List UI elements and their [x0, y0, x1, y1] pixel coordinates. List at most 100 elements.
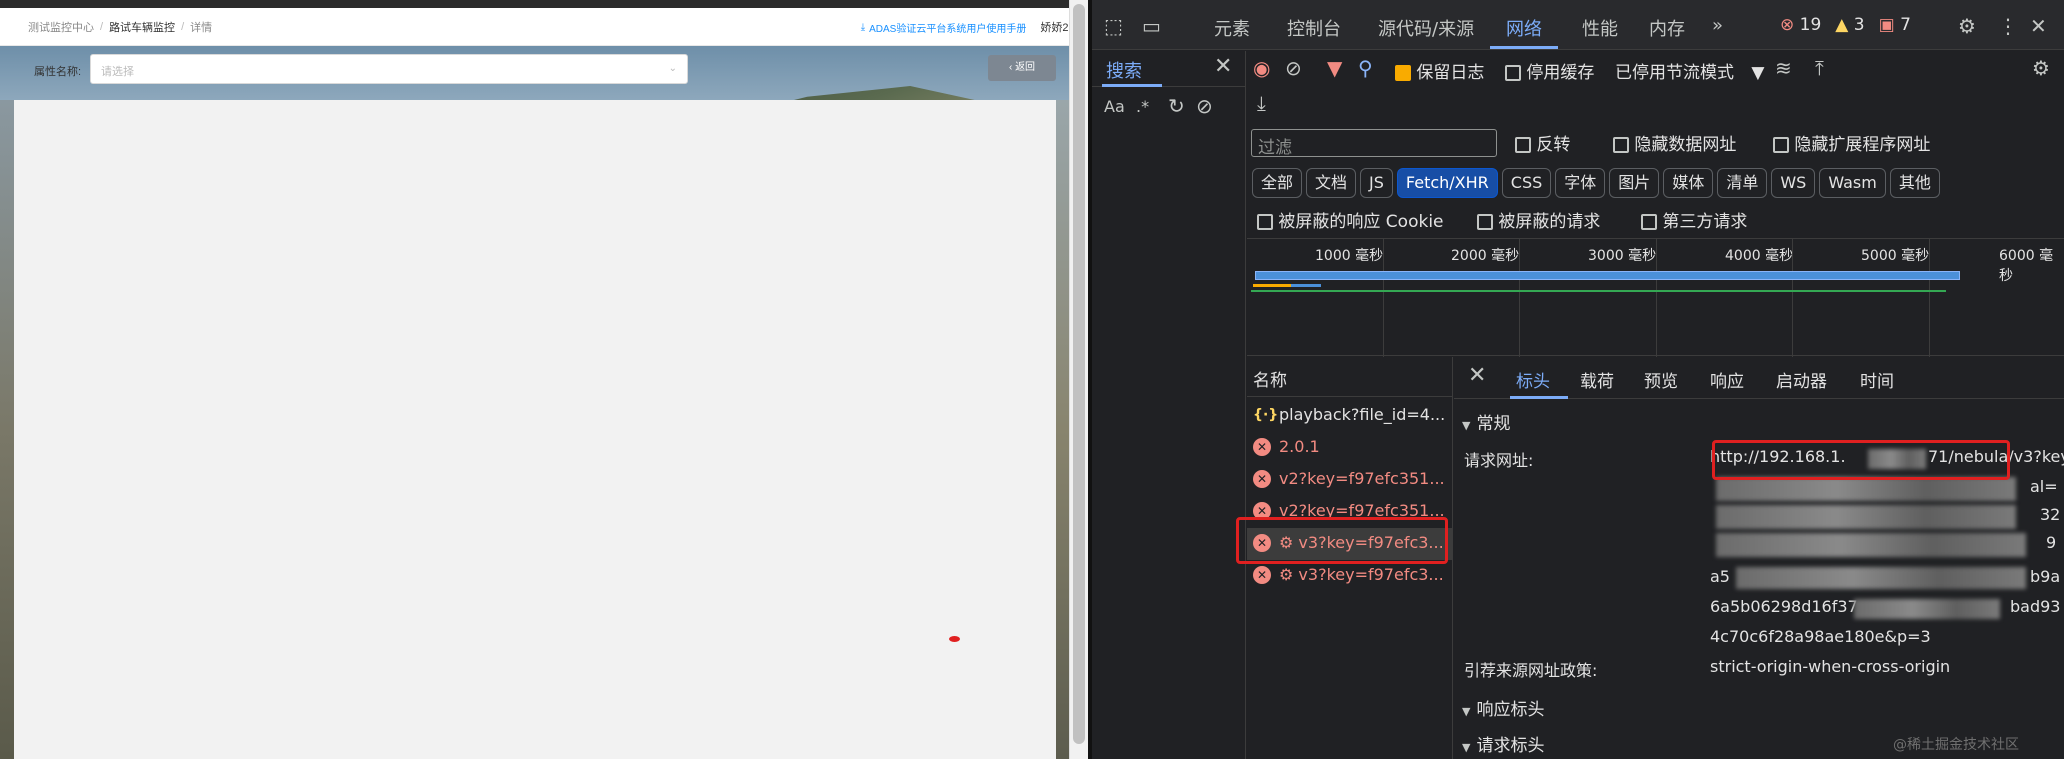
request-details: ✕ 标头 载荷 预览 响应 启动器 时间 ▼ 常规 请求网址: http://19…: [1454, 357, 2064, 759]
chip-media[interactable]: 媒体: [1663, 168, 1714, 198]
invert-checkbox[interactable]: 反转: [1515, 130, 1570, 155]
hide-extension-urls-checkbox[interactable]: 隐藏扩展程序网址: [1773, 130, 1930, 155]
gear-icon[interactable]: ⚙: [2032, 56, 2050, 80]
scrollbar-thumb[interactable]: [1073, 4, 1085, 744]
refresh-icon[interactable]: ↻: [1168, 94, 1185, 118]
highlight-box: [1236, 517, 1448, 564]
network-conditions-icon[interactable]: ≋: [1775, 56, 1792, 80]
request-row[interactable]: {·} playback?file_id=4...: [1247, 400, 1453, 432]
clear-log-icon[interactable]: ⊘: [1285, 56, 1302, 80]
request-row[interactable]: ✕ v2?key=f97efc351...: [1247, 464, 1453, 496]
clear-icon[interactable]: ⊘: [1196, 94, 1213, 118]
network-toolbar: ◉ ⊘ ▼ ⚲ 保留日志 停用缓存 已停用节流模式 ▼ ≋ ⤒ ⚙ ⤓: [1247, 51, 2064, 115]
watermark: @稀土掘金技术社区: [1893, 737, 2019, 753]
timeline-gridline: [1656, 239, 1657, 357]
content-panel: [14, 100, 1056, 759]
filter-icon[interactable]: ▼: [1327, 56, 1342, 80]
match-case-toggle[interactable]: Aa: [1104, 97, 1125, 116]
timeline-gridline: [1929, 239, 1930, 357]
request-url-label: 请求网址:: [1464, 451, 1534, 470]
breadcrumb-item-vehicle[interactable]: 路试车辆监控: [109, 19, 175, 35]
details-tab-bar: ✕ 标头 载荷 预览 响应 启动器 时间: [1454, 357, 2064, 399]
request-row[interactable]: ✕ 2.0.1: [1247, 432, 1453, 464]
filter-input[interactable]: 过滤: [1251, 129, 1497, 158]
filter-label: 属性名称:: [34, 66, 82, 78]
breadcrumb-item-home[interactable]: 测试监控中心: [28, 19, 94, 35]
app-header: 测试监控中心 / 路试车辆监控 / 详情 ⤓ ADAS验证云平台系统用户使用手册…: [0, 8, 1088, 46]
message-icon: ▣: [1878, 15, 1895, 35]
request-list-header[interactable]: 名称: [1247, 357, 1453, 397]
tab-payload[interactable]: 载荷: [1580, 367, 1614, 392]
close-icon[interactable]: ✕: [1214, 54, 1232, 79]
upload-icon[interactable]: ⤒: [1815, 56, 1824, 80]
gear-icon[interactable]: ⚙: [1958, 14, 1976, 38]
url-line: 4c70c6f28a98ae180e&p=3: [1710, 627, 1931, 646]
error-icon: ✕: [1253, 470, 1271, 488]
search-tools: Aa .* ↻ ⊘: [1092, 87, 1246, 127]
tab-sources[interactable]: 源代码/来源: [1378, 15, 1474, 41]
chip-ws[interactable]: WS: [1771, 168, 1816, 198]
blocked-requests-checkbox[interactable]: 被屏蔽的请求: [1477, 207, 1600, 232]
tab-network[interactable]: 网络: [1506, 15, 1542, 41]
throttling-select[interactable]: 已停用节流模式 ▼: [1615, 58, 1764, 83]
search-title[interactable]: 搜索: [1106, 57, 1142, 83]
chip-manifest[interactable]: 清单: [1717, 168, 1768, 198]
kebab-menu-icon[interactable]: ⋮: [1998, 14, 2018, 38]
section-request-headers[interactable]: ▼ 请求标头: [1462, 731, 1544, 756]
map-marker[interactable]: [949, 636, 960, 642]
device-toolbar-icon[interactable]: ▭: [1142, 14, 1161, 38]
disable-cache-checkbox[interactable]: 停用缓存: [1505, 58, 1594, 83]
download-icon[interactable]: ⤓: [1257, 91, 1266, 115]
request-row[interactable]: ✕ ⚙ v3?key=f97efc3...: [1247, 560, 1453, 592]
inspect-element-icon[interactable]: ⬚: [1104, 14, 1123, 38]
chip-img[interactable]: 图片: [1609, 168, 1660, 198]
attribute-select[interactable]: 请选择 ⌄: [90, 54, 688, 84]
resource-type-filters: 全部 文档 JS Fetch/XHR CSS 字体 图片 媒体 清单 WS Wa…: [1252, 168, 1940, 198]
chip-js[interactable]: JS: [1360, 168, 1393, 198]
chevron-down-icon: ⌄: [668, 63, 677, 74]
redacted-region: [1716, 533, 2026, 557]
section-response-headers[interactable]: ▼ 响应标头: [1462, 695, 1544, 720]
tab-initiator[interactable]: 启动器: [1776, 367, 1827, 392]
error-icon: ✕: [1253, 438, 1271, 456]
chip-other[interactable]: 其他: [1889, 168, 1940, 198]
tab-elements[interactable]: 元素: [1214, 15, 1250, 41]
more-tabs-icon[interactable]: »: [1712, 15, 1723, 36]
hide-data-urls-checkbox[interactable]: 隐藏数据网址: [1613, 130, 1736, 155]
section-general[interactable]: ▼ 常规: [1462, 409, 1510, 434]
breadcrumb: 测试监控中心 / 路试车辆监控 / 详情: [28, 19, 212, 35]
issue-counters[interactable]: ⊗ 19 ▲ 3 ▣ 7: [1780, 15, 1911, 35]
chip-css[interactable]: CSS: [1501, 168, 1552, 198]
timeline-bar: [1251, 290, 1946, 292]
tab-response[interactable]: 响应: [1710, 367, 1744, 392]
preserve-log-checkbox[interactable]: 保留日志: [1395, 58, 1484, 83]
chip-wasm[interactable]: Wasm: [1819, 168, 1886, 198]
tab-timing[interactable]: 时间: [1860, 367, 1894, 392]
tab-preview[interactable]: 预览: [1644, 367, 1678, 392]
page-scrollbar[interactable]: [1069, 0, 1088, 759]
tab-memory[interactable]: 内存: [1649, 15, 1685, 41]
tab-console[interactable]: 控制台: [1287, 15, 1341, 41]
background-edge: [0, 100, 14, 759]
network-timeline[interactable]: 1000 毫秒 2000 毫秒 3000 毫秒 4000 毫秒 5000 毫秒 …: [1247, 238, 2064, 357]
blocked-cookies-checkbox[interactable]: 被屏蔽的响应 Cookie: [1257, 207, 1444, 232]
chip-fetch-xhr[interactable]: Fetch/XHR: [1396, 168, 1498, 198]
timeline-gridline: [1519, 239, 1520, 357]
active-tab-underline: [1510, 396, 1568, 399]
close-icon[interactable]: ✕: [1468, 363, 1486, 388]
triangle-down-icon: ▼: [1462, 705, 1471, 718]
manual-link[interactable]: ⤓ ADAS验证云平台系统用户使用手册: [861, 20, 1027, 35]
search-icon[interactable]: ⚲: [1358, 56, 1373, 80]
checkbox[interactable]: [1505, 65, 1521, 81]
third-party-checkbox[interactable]: 第三方请求: [1641, 207, 1747, 232]
checkbox-checked[interactable]: [1395, 65, 1411, 81]
tab-headers[interactable]: 标头: [1516, 367, 1550, 392]
chip-font[interactable]: 字体: [1555, 168, 1606, 198]
tab-performance[interactable]: 性能: [1582, 15, 1618, 41]
close-icon[interactable]: ✕: [2030, 14, 2047, 38]
chip-all[interactable]: 全部: [1252, 168, 1303, 198]
record-icon[interactable]: ◉: [1253, 56, 1270, 80]
back-button[interactable]: ‹ 返回: [988, 55, 1056, 81]
chip-doc[interactable]: 文档: [1306, 168, 1357, 198]
regex-toggle[interactable]: .*: [1136, 97, 1149, 116]
